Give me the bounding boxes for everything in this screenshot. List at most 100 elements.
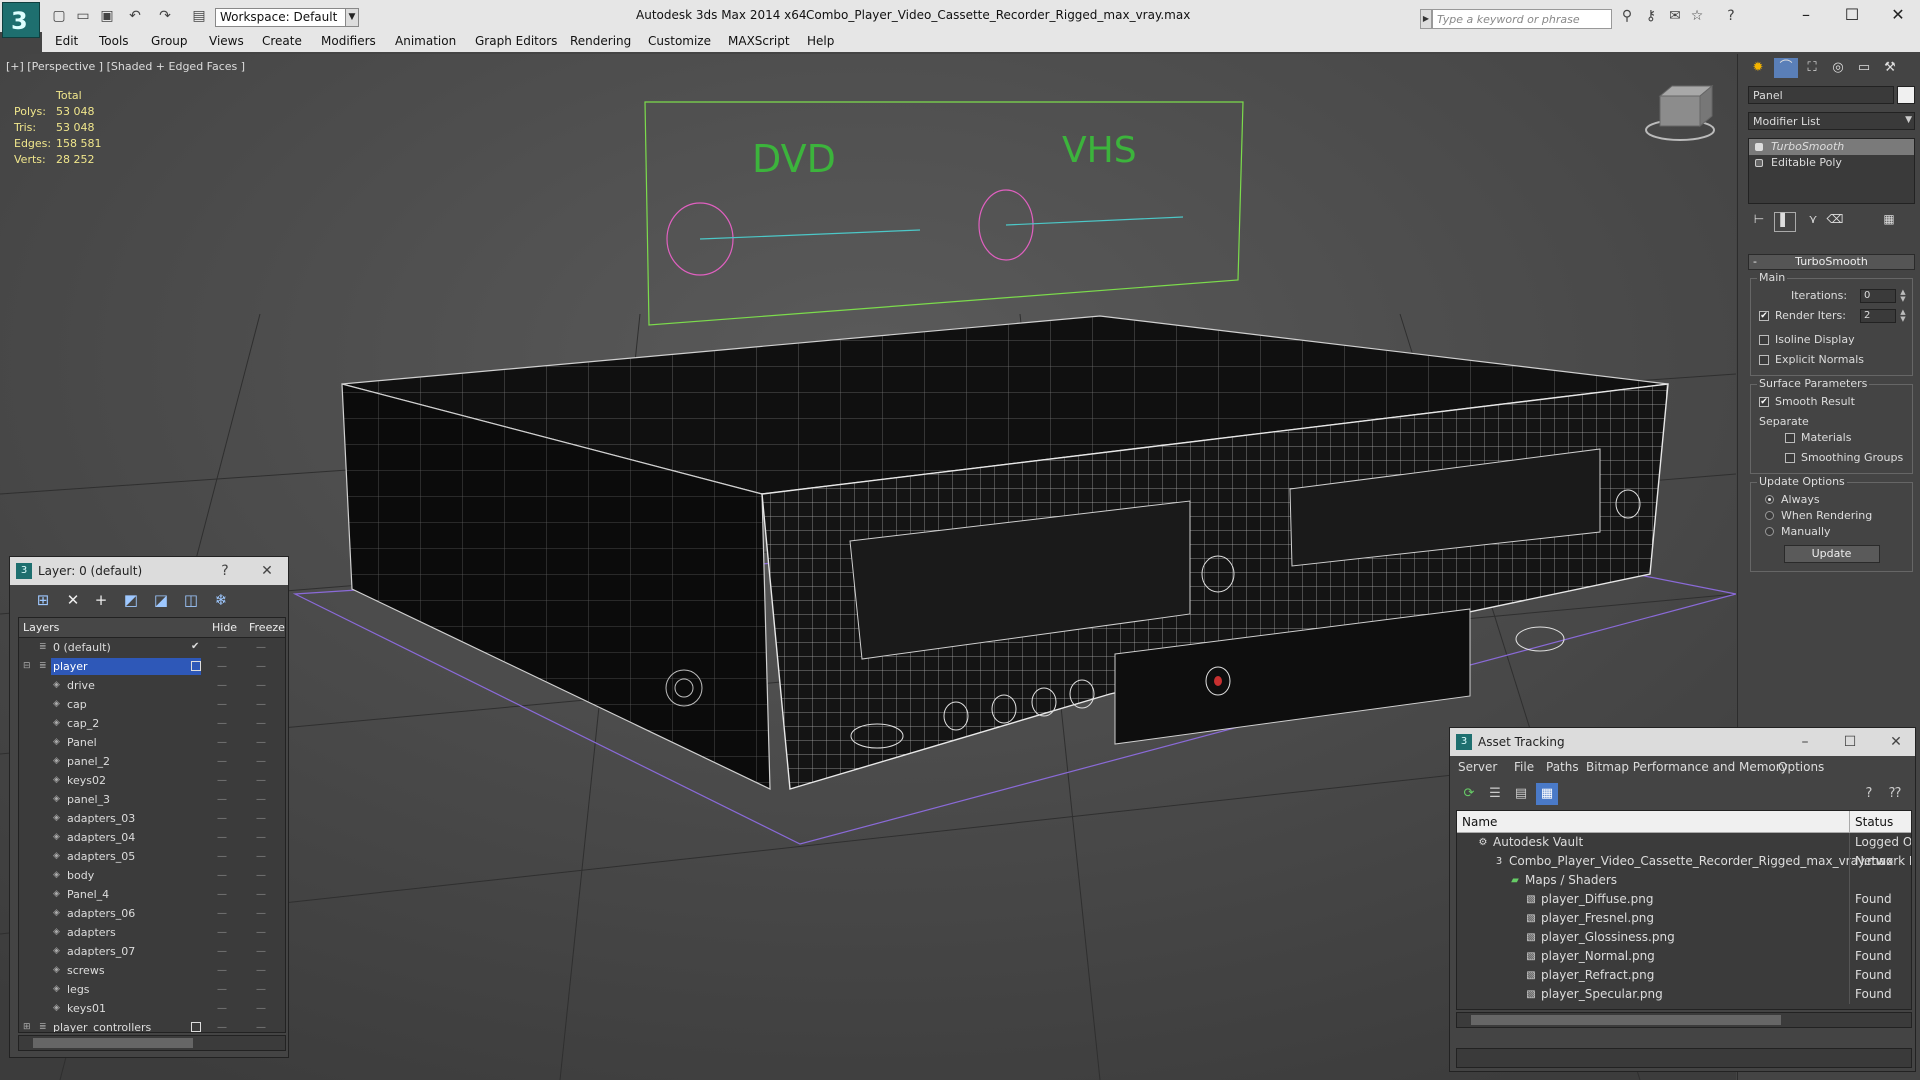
search-expand-icon[interactable]: ▶ [1420,9,1432,29]
layer-name[interactable]: player_controllers [51,1019,201,1032]
set-current-checkbox[interactable] [191,661,201,671]
layer-row[interactable]: ◈ Panel — — [19,733,285,752]
hide-all-layers-icon[interactable]: ◫ [180,589,202,611]
menu-help[interactable]: Help [807,34,834,48]
hide-toggle[interactable]: — [215,1018,229,1032]
asset-row[interactable]: ▧ player_Specular.png Found [1457,985,1911,1004]
layer-row[interactable]: ◈ cap — — [19,695,285,714]
expand-plus-icon[interactable] [1755,159,1763,167]
communication-icon[interactable]: ✉ [1666,8,1684,24]
layer-row[interactable]: ◈ adapters_07— — [19,942,285,961]
layer-name[interactable]: adapters_03 [65,810,215,827]
hierarchy-tab-icon[interactable]: ⛶ [1800,58,1824,78]
layer-name[interactable]: panel_2 [65,753,215,770]
freeze-toggle[interactable]: — [254,923,268,942]
motion-tab-icon[interactable]: ◎ [1826,58,1850,78]
layer-row[interactable]: ◈ panel_3— — [19,790,285,809]
new-layer-icon[interactable]: ⊞ [32,589,54,611]
freeze-toggle[interactable]: — [254,866,268,885]
expand-icon[interactable]: ⊞ [23,1022,33,1032]
menu-views[interactable]: Views [209,34,244,48]
spinner-arrows-icon[interactable]: ▲ ▼ [1898,289,1908,303]
freeze-toggle[interactable]: — [254,676,268,695]
render-iters-spinner[interactable]: 2 [1860,309,1896,323]
layer-row[interactable]: ◈ keys02— — [19,771,285,790]
app-logo-button[interactable]: 3 [2,2,40,38]
layer-name[interactable]: adapters_07 [65,943,215,960]
undo-icon[interactable]: ↶ [126,8,144,24]
layer-row[interactable]: ◈ drive — — [19,676,285,695]
layer-row[interactable]: ≣ 0 (default) ✔ — — [19,638,285,657]
modifier-list-dropdown[interactable]: Modifier List ▼ [1748,112,1915,130]
hide-toggle[interactable]: — [215,714,229,733]
add-to-layer-icon[interactable]: + [90,589,112,611]
col-layers[interactable]: Layers [23,621,59,634]
configure-sets-icon[interactable]: ▦ [1878,212,1900,232]
freeze-toggle[interactable]: — [254,638,268,657]
hide-toggle[interactable]: — [215,980,229,999]
freeze-toggle[interactable]: — [254,695,268,714]
object-color-swatch[interactable] [1897,86,1915,104]
layer-name[interactable]: adapters_04 [65,829,215,846]
freeze-toggle[interactable]: — [254,1018,268,1032]
hide-toggle[interactable]: — [215,999,229,1018]
object-name-field[interactable]: Panel [1748,86,1894,104]
freeze-toggle[interactable]: — [254,980,268,999]
freeze-toggle[interactable]: — [254,752,268,771]
menu-graph-editors[interactable]: Graph Editors [475,34,557,48]
stack-item-editable-poly[interactable]: Editable Poly [1749,155,1914,171]
spinner-arrows-icon[interactable]: ▲ ▼ [1898,309,1908,323]
freeze-all-layers-icon[interactable]: ❄ [210,589,232,611]
save-file-icon[interactable]: ▣ [98,8,116,24]
favorites-star-icon[interactable]: ☆ [1688,8,1706,24]
scroll-thumb[interactable] [33,1038,193,1048]
layer-name[interactable]: legs [65,981,215,998]
col-freeze[interactable]: Freeze [249,621,285,634]
menu-tools[interactable]: Tools [99,34,129,48]
freeze-toggle[interactable]: — [254,771,268,790]
menu-file[interactable]: File [1514,760,1534,774]
freeze-toggle[interactable]: — [254,885,268,904]
layer-row[interactable]: ◈ screws — — [19,961,285,980]
menu-maxscript[interactable]: MAXScript [728,34,790,48]
table-view-icon[interactable]: ▦ [1536,783,1558,805]
help-icon[interactable]: ? [214,561,236,581]
freeze-toggle[interactable]: — [254,809,268,828]
layer-row[interactable]: ◈ adapters_03— — [19,809,285,828]
list-view-icon[interactable]: ☰ [1484,783,1506,805]
create-tab-sun-icon[interactable]: ✹ [1746,58,1770,78]
hide-toggle[interactable]: — [215,866,229,885]
asset-row[interactable]: ▧ player_Refract.png Found [1457,966,1911,985]
asset-row[interactable]: 3 Combo_Player_Video_Cassette_Recorder_Ri… [1457,852,1911,871]
minimize-icon[interactable]: – [1794,732,1816,752]
explicit-normals-checkbox[interactable] [1759,355,1769,365]
layer-row[interactable]: ◈ body — — [19,866,285,885]
display-tab-icon[interactable]: ▭ [1852,58,1876,78]
project-folder-icon[interactable]: ▤ [190,8,208,24]
layer-row[interactable]: ◈ legs — — [19,980,285,999]
col-name[interactable]: Name [1462,815,1497,829]
close-button[interactable]: ✕ [1878,4,1918,28]
hide-toggle[interactable]: — [215,695,229,714]
menu-paths[interactable]: Paths [1546,760,1579,774]
manually-radio[interactable] [1765,527,1774,536]
make-unique-icon[interactable]: ⋎ [1802,212,1824,232]
maximize-button[interactable]: ☐ [1832,4,1872,28]
hide-toggle[interactable]: — [215,961,229,980]
layer-row[interactable]: ◈ cap_2— — [19,714,285,733]
select-objects-icon[interactable]: ◩ [120,589,142,611]
col-status[interactable]: Status [1855,815,1893,829]
close-icon[interactable]: ✕ [256,561,278,581]
menu-edit[interactable]: Edit [55,34,78,48]
freeze-toggle[interactable]: — [254,942,268,961]
layer-row[interactable]: ◈ adapters — — [19,923,285,942]
layer-row[interactable]: ◈ adapters_04— — [19,828,285,847]
freeze-toggle[interactable]: — [254,904,268,923]
hide-toggle[interactable]: — [215,923,229,942]
layer-row[interactable]: ◈ keys01— — [19,999,285,1018]
chevron-down-icon[interactable]: ▼ [345,8,359,27]
hide-toggle[interactable]: — [215,847,229,866]
layer-name[interactable]: screws [65,962,215,979]
close-icon[interactable]: ✕ [1885,732,1907,752]
always-radio[interactable] [1765,495,1774,504]
